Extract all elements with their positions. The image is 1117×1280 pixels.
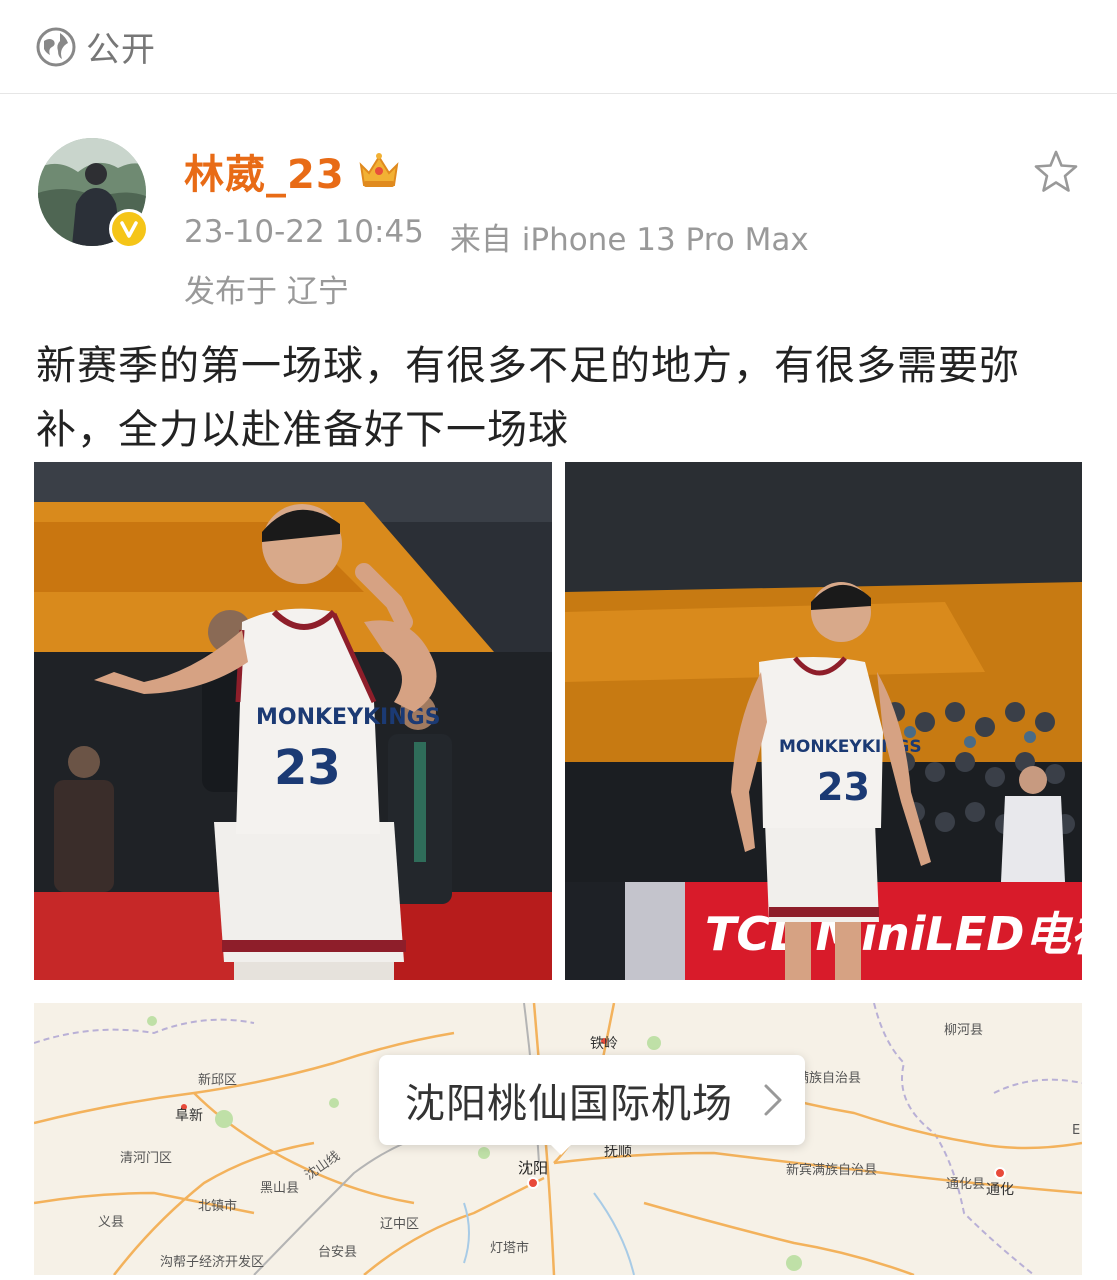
map-label: 通化 xyxy=(986,1182,1014,1198)
map-label: 铁岭 xyxy=(590,1036,618,1052)
globe-icon xyxy=(36,27,76,66)
post-text: 新赛季的第一场球，有很多不足的地方，有很多需要弥补，全力以赴准备好下一场球 xyxy=(36,343,1020,453)
map-label: 新邱区 xyxy=(198,1073,238,1088)
location-map[interactable]: 铁岭 新邱区 阜新 清河门区 黑山县 北镇市 义县 沟帮子经济开发区 沈阳 抚顺… xyxy=(34,1003,1082,1275)
banner-text: TCL MiniLED电视 中国 xyxy=(705,907,1082,961)
jersey-number-text-2: 23 xyxy=(817,765,870,809)
jersey-number-text: 23 xyxy=(274,740,341,796)
map-label: 辽中区 xyxy=(380,1217,420,1232)
map-label: 灯塔市 xyxy=(490,1241,530,1256)
verified-badge-icon xyxy=(109,209,149,249)
map-label: 义县 xyxy=(98,1215,125,1230)
location-name: 沈阳桃仙国际机场 xyxy=(405,1081,733,1127)
map-label: 阜新 xyxy=(175,1108,203,1124)
author-row: 林葳_23 xyxy=(184,142,401,200)
location-card-pointer xyxy=(549,1143,573,1155)
crown-icon[interactable] xyxy=(357,151,401,191)
map-label: 通化县 xyxy=(946,1177,986,1192)
post-photo-1[interactable]: MONKEYKINGS 23 xyxy=(34,462,552,980)
visibility-bar[interactable]: 公开 xyxy=(0,0,1117,94)
map-label: 北镇市 xyxy=(198,1199,238,1214)
map-label: E xyxy=(1072,1123,1081,1138)
map-label: 沈阳 xyxy=(518,1159,549,1177)
star-icon[interactable] xyxy=(1032,148,1080,196)
map-label: 清河门区 xyxy=(120,1151,173,1166)
post-location[interactable]: 发布于 辽宁 xyxy=(184,266,349,311)
map-label: 台安县 xyxy=(318,1245,358,1260)
username[interactable]: 林葳_23 xyxy=(184,142,345,200)
visibility-label: 公开 xyxy=(86,30,156,70)
post-photo-2[interactable]: TCL MiniLED电视 中国 MONKEYKINGS 23 xyxy=(565,462,1082,980)
map-label: 黑山县 xyxy=(260,1181,300,1196)
post-timestamp: 23-10-22 10:45 xyxy=(184,214,424,250)
post-source: 来自 iPhone 13 Pro Max xyxy=(449,222,809,258)
map-label: 柳河县 xyxy=(944,1023,984,1038)
chevron-right-icon xyxy=(764,1084,782,1116)
map-label: 新宾满族自治县 xyxy=(786,1163,878,1178)
post-meta: 23-10-22 10:45 来自 iPhone 13 Pro Max xyxy=(184,214,809,259)
map-label: 沟帮子经济开发区 xyxy=(160,1255,265,1270)
location-card[interactable]: 沈阳桃仙国际机场 xyxy=(379,1055,805,1145)
